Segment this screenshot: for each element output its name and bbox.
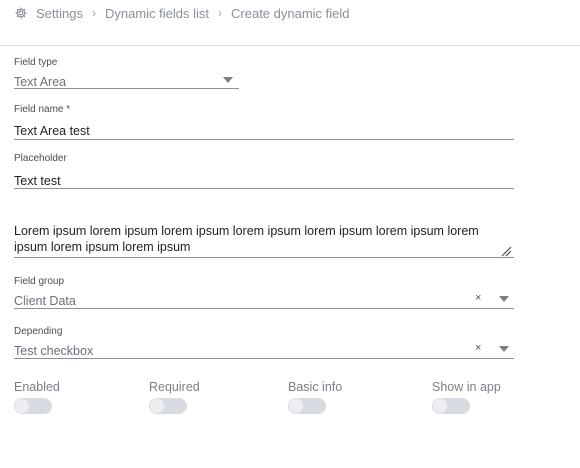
textarea-value: Lorem ipsum lorem ipsum lorem ipsum lore… <box>14 224 479 254</box>
field-type-select[interactable]: Field type Text Area <box>14 57 239 90</box>
toggle-knob <box>150 399 164 413</box>
toggle-basic-info-label: Basic info <box>288 380 343 394</box>
placeholder-value: Text test <box>14 174 61 188</box>
breadcrumb-create-dynamic-field: Create dynamic field <box>231 5 350 21</box>
chevron-down-icon[interactable] <box>223 77 233 83</box>
field-group-underline <box>14 308 514 309</box>
field-name-underline <box>14 139 514 140</box>
depending-select[interactable]: Depending Test checkbox × <box>14 326 514 359</box>
placeholder-label: Placeholder <box>14 153 67 164</box>
toggle-enabled-group: Enabled <box>14 380 60 414</box>
field-type-label: Field type <box>14 57 58 68</box>
toggle-knob <box>15 399 29 413</box>
field-group-label: Field group <box>14 276 65 287</box>
placeholder-underline <box>14 188 514 189</box>
close-icon[interactable]: × <box>475 342 481 354</box>
depending-value: Test checkbox <box>14 344 94 358</box>
field-name-label: Field name * <box>14 104 71 115</box>
breadcrumb-dynamic-fields-list[interactable]: Dynamic fields list <box>105 6 209 21</box>
gear-icon <box>14 6 28 20</box>
header-divider <box>0 45 580 46</box>
toggle-show-in-app-label: Show in app <box>432 380 501 394</box>
close-icon[interactable]: × <box>475 292 481 304</box>
placeholder-input[interactable]: Placeholder Text test <box>14 153 514 190</box>
toggle-required[interactable] <box>149 398 187 414</box>
toggle-enabled-label: Enabled <box>14 380 60 394</box>
depending-underline <box>14 358 514 359</box>
breadcrumb-separator: › <box>218 6 223 20</box>
toggle-show-in-app[interactable] <box>432 398 470 414</box>
field-group-select[interactable]: Field group Client Data × <box>14 276 514 309</box>
depending-label: Depending <box>14 326 63 337</box>
toggle-basic-info[interactable] <box>288 398 326 414</box>
description-textarea[interactable]: Lorem ipsum lorem ipsum lorem ipsum lore… <box>14 223 514 259</box>
chevron-down-icon[interactable] <box>499 346 509 352</box>
field-group-value: Client Data <box>14 294 76 308</box>
toggle-required-group: Required <box>149 380 200 414</box>
textarea-underline <box>14 257 514 258</box>
toggle-show-in-app-group: Show in app <box>432 380 501 414</box>
toggle-knob <box>433 399 447 413</box>
toggle-basic-info-group: Basic info <box>288 380 342 414</box>
toggle-knob <box>289 399 303 413</box>
resize-handle-icon[interactable] <box>500 244 512 257</box>
toggle-enabled[interactable] <box>14 398 52 414</box>
toggle-required-label: Required <box>149 380 200 394</box>
breadcrumb-separator: › <box>91 6 96 20</box>
field-name-value: Text Area test <box>14 124 90 138</box>
field-name-input[interactable]: Field name * Text Area test <box>14 104 514 141</box>
breadcrumb: Settings › Dynamic fields list › Create … <box>14 5 350 21</box>
field-type-underline <box>14 88 239 89</box>
breadcrumb-settings[interactable]: Settings <box>36 6 83 21</box>
chevron-down-icon[interactable] <box>499 296 509 302</box>
